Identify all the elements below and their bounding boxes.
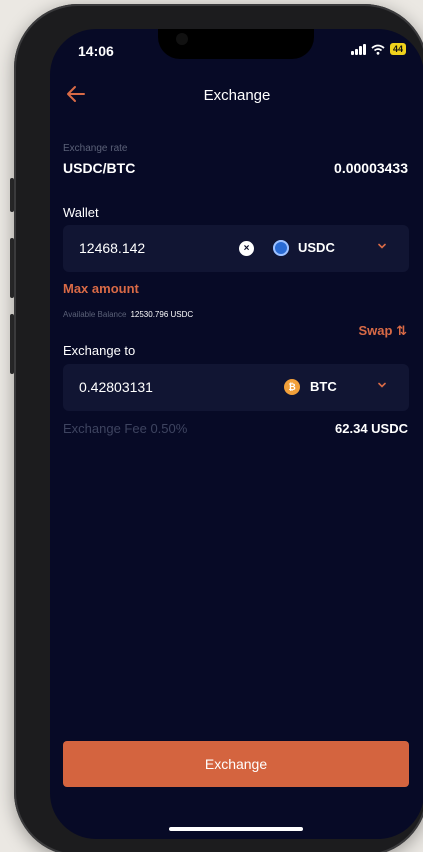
- wallet-field: 12468.142 × USDC: [63, 225, 409, 272]
- signal-icon: [350, 43, 366, 55]
- exchange-to-amount[interactable]: 0.42803131: [79, 379, 153, 395]
- swap-label: Swap: [358, 323, 393, 338]
- exchange-rate-value: 0.00003433: [334, 160, 408, 176]
- status-time: 14:06: [78, 43, 114, 59]
- available-balance-label: Available Balance: [63, 310, 127, 319]
- chevron-down-icon[interactable]: [377, 380, 387, 390]
- available-balance: Available Balance 12530.796 USDC: [63, 310, 193, 319]
- chevron-down-icon[interactable]: [377, 241, 387, 251]
- max-amount-link[interactable]: Max amount: [63, 281, 139, 296]
- exchange-rate-label: Exchange rate: [63, 143, 128, 154]
- wallet-label: Wallet: [63, 205, 99, 220]
- usdc-coin-icon: [273, 240, 289, 256]
- btc-coin-icon: ₿: [284, 379, 300, 395]
- notch: [158, 29, 314, 59]
- battery-indicator: 44: [389, 43, 406, 55]
- swap-button[interactable]: Swap ⇅: [359, 323, 408, 339]
- clear-icon[interactable]: ×: [239, 241, 254, 256]
- swap-icon: ⇅: [396, 323, 407, 338]
- exchange-to-coin-name[interactable]: BTC: [310, 379, 337, 394]
- exchange-button[interactable]: Exchange: [63, 741, 409, 787]
- currency-pair: USDC/BTC: [63, 160, 136, 176]
- exchange-to-field: 0.42803131 ₿ BTC: [63, 364, 409, 411]
- exchange-fee-label: Exchange Fee 0.50%: [63, 421, 188, 436]
- app-screen: 14:06 44 Exchange Exchange rate USDC/BTC…: [50, 29, 423, 839]
- exchange-to-label: Exchange to: [63, 343, 136, 358]
- home-indicator[interactable]: [169, 827, 303, 831]
- status-icons: 44: [350, 43, 406, 55]
- camera: [176, 33, 188, 45]
- wallet-coin-name[interactable]: USDC: [298, 240, 335, 255]
- available-balance-value: 12530.796 USDC: [130, 310, 194, 319]
- wallet-amount-input[interactable]: 12468.142: [79, 240, 145, 256]
- phone-frame: 14:06 44 Exchange Exchange rate USDC/BTC…: [14, 4, 423, 852]
- wifi-icon: [371, 44, 385, 55]
- page-title: Exchange: [203, 87, 271, 104]
- exchange-fee-value: 62.34 USDC: [335, 421, 408, 436]
